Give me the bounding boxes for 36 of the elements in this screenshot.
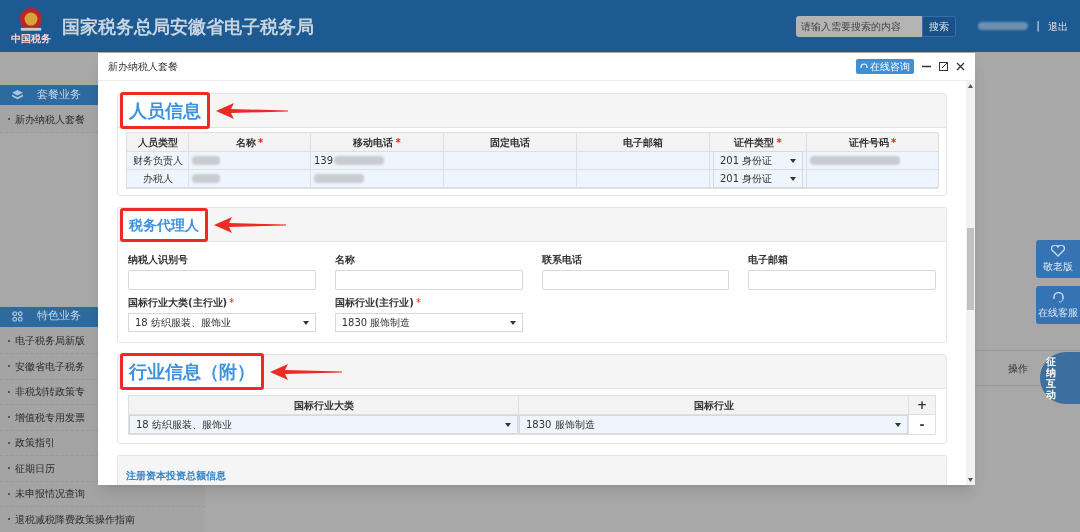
cell-text: 办税人: [142, 172, 173, 186]
column-header: 国标行业大类: [129, 396, 519, 415]
sidebar-group-title: 特色业务: [37, 308, 81, 325]
cell-text: 139: [314, 154, 334, 168]
field-label: 国标行业大类(主行业): [128, 296, 228, 310]
column-header: 国标行业: [519, 396, 909, 415]
column-label: 电子邮箱: [623, 135, 663, 150]
column-label: 移动电话: [353, 135, 394, 150]
separator: |: [1036, 17, 1040, 34]
mascot-text: 征纳互动: [1046, 356, 1056, 400]
column-label: 证件号码: [848, 135, 889, 150]
column-label: 人员类型: [137, 135, 178, 150]
required-mark: *: [776, 135, 782, 150]
required-mark: *: [395, 135, 401, 150]
required-mark: *: [257, 135, 264, 150]
field-label: 名称: [334, 253, 355, 267]
section-title: 税务代理人: [129, 216, 199, 233]
field-label: 纳税人识别号: [128, 253, 188, 267]
column-label: 名称: [235, 135, 256, 150]
logo-text: 中国税务: [11, 33, 51, 45]
section-title: 人员信息: [129, 100, 201, 121]
cell-text: 财务负责人: [132, 154, 183, 168]
field-label: 国标行业(主行业): [334, 296, 414, 310]
field-label: 联系电话: [541, 253, 582, 267]
field-label: 电子邮箱: [748, 253, 789, 267]
required-mark: *: [415, 296, 421, 310]
column-header: 操作: [1008, 361, 1028, 376]
column-label: 证件类型: [734, 135, 775, 150]
modal-title: 新办纳税人套餐: [108, 60, 178, 74]
required-mark: *: [229, 296, 235, 310]
sidebar-group-title: 套餐业务: [37, 86, 81, 103]
column-label: 固定电话: [490, 135, 530, 150]
section-title: 行业信息（附）: [129, 361, 255, 382]
required-mark: *: [890, 135, 897, 150]
section-title: 注册资本投资总额信息: [126, 470, 226, 481]
site-title: 国家税务总局安徽省电子税务局: [62, 14, 314, 39]
